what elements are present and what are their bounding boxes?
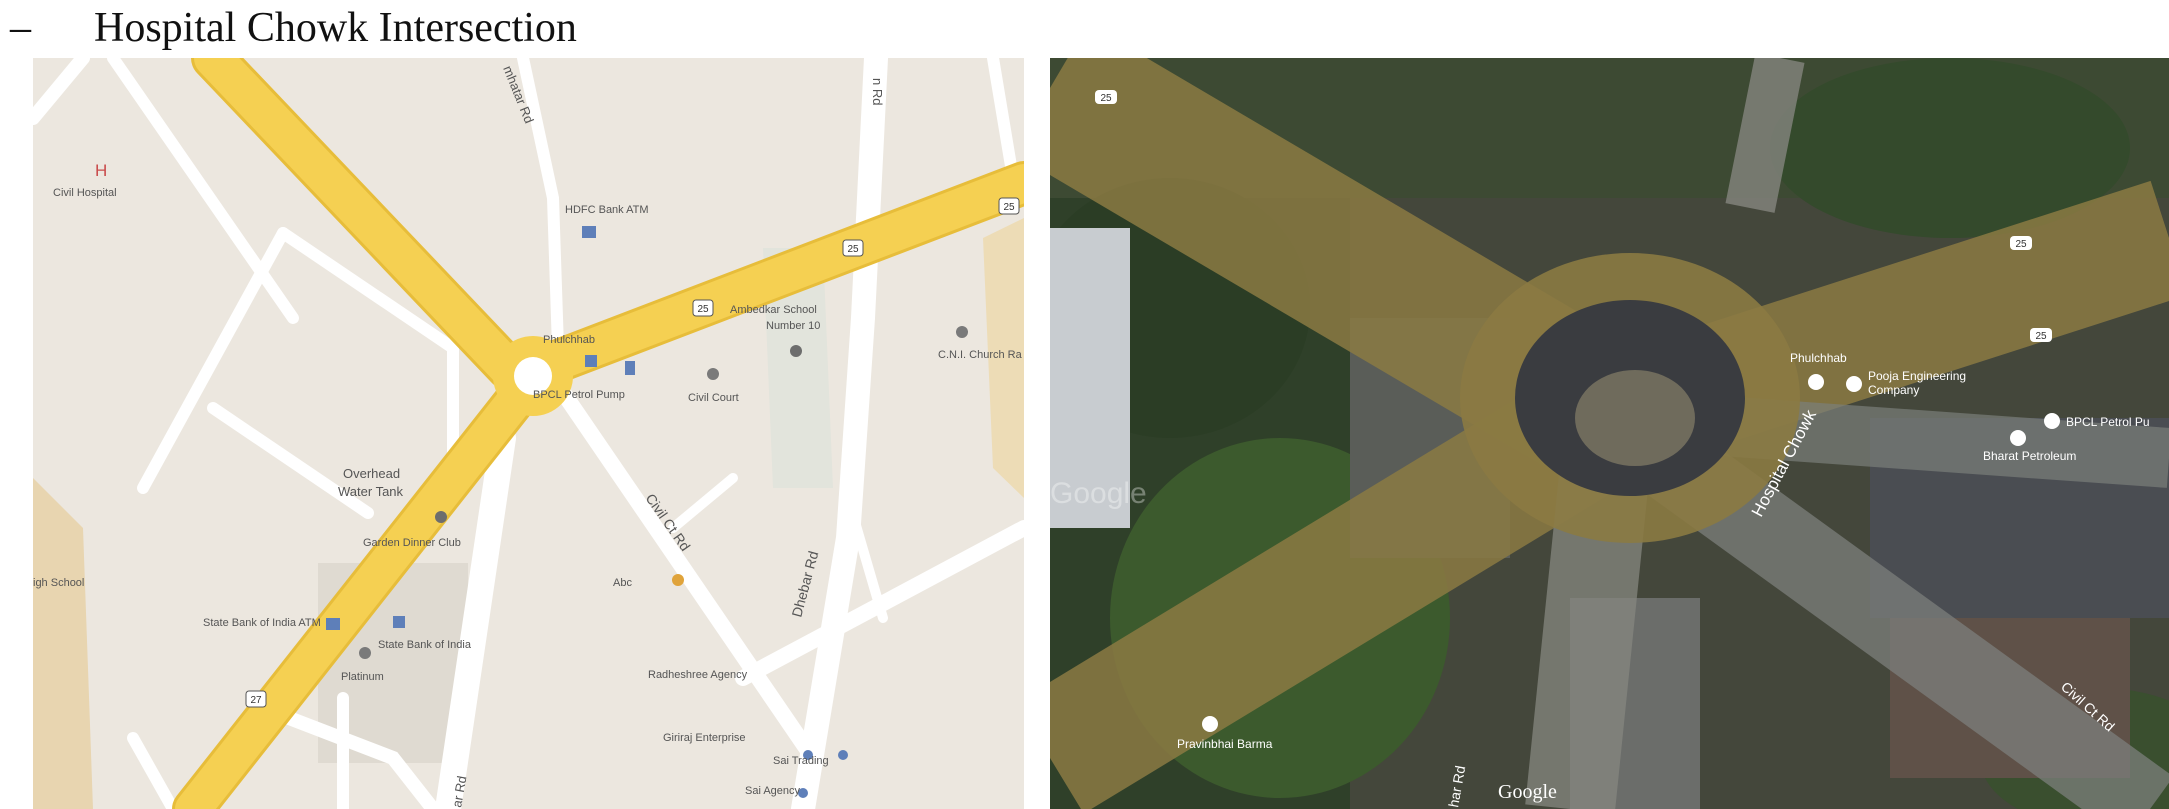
label-high-school: igh School <box>33 577 84 589</box>
label-sai-trading: Sai Trading <box>773 755 829 767</box>
sat-label-bpcl: BPCL Petrol Pu <box>2066 415 2150 429</box>
court-icon <box>707 368 719 380</box>
label-sbi: State Bank of India <box>378 639 472 651</box>
label-abc: Abc <box>613 577 632 589</box>
label-platinum: Platinum <box>341 671 384 683</box>
label-radheshree: Radheshree Agency <box>648 669 748 681</box>
label-hdfc-atm: HDFC Bank ATM <box>565 204 649 216</box>
sat-label-pravinbhai: Pravinbhai Barma <box>1177 737 1273 751</box>
label-ambedkar-2: Number 10 <box>766 320 820 332</box>
route-shield-25-c: 25 <box>692 299 714 317</box>
fuel-icon <box>625 361 635 375</box>
label-overhead-1: Overhead <box>343 466 400 481</box>
label-phulchhab: Phulchhab <box>543 334 595 346</box>
label-giriraj: Giriraj Enterprise <box>663 732 746 744</box>
sat-monument <box>1575 370 1695 466</box>
sat-label-pooja-2: Company <box>1868 383 1919 397</box>
svg-text:25: 25 <box>2035 331 2047 342</box>
road-map[interactable]: 25 25 25 27 H Civil Hospital HDFC Bank A… <box>33 58 1024 809</box>
restaurant-icon <box>672 574 684 586</box>
route-shield-25-b: 25 <box>842 239 864 257</box>
hospital-icon: H <box>95 161 107 180</box>
label-sbi-atm: State Bank of India ATM <box>203 617 321 629</box>
label-civil-hospital: Civil Hospital <box>53 187 117 199</box>
slide-caption: – Hospital Chowk Intersection <box>0 0 900 56</box>
shop-icon-3 <box>838 750 848 760</box>
label-ambedkar-1: Ambedkar School <box>730 304 817 316</box>
svg-text:25: 25 <box>847 244 859 255</box>
google-watermark: Google <box>1050 477 1147 510</box>
svg-text:25: 25 <box>1003 202 1015 213</box>
svg-text:25: 25 <box>697 304 709 315</box>
place-icon <box>1202 716 1218 732</box>
satellite-panel[interactable]: 25 25 25 Phulchhab Pooja Engineering Com… <box>1050 58 2169 809</box>
platinum-icon <box>359 647 371 659</box>
route-shield-25-a: 25 <box>998 197 1020 215</box>
svg-text:27: 27 <box>250 695 262 706</box>
label-civil-court: Civil Court <box>688 392 739 404</box>
fuel-icon <box>2010 430 2026 446</box>
school-icon <box>790 345 802 357</box>
sat-label-bharat: Bharat Petroleum <box>1983 449 2076 463</box>
google-logo: Google <box>1498 781 1557 803</box>
svg-text:25: 25 <box>2015 239 2027 250</box>
route-shield-27: 27 <box>245 690 267 708</box>
road-map-panel[interactable]: 25 25 25 27 H Civil Hospital HDFC Bank A… <box>33 58 1024 809</box>
satellite-map[interactable]: 25 25 25 Phulchhab Pooja Engineering Com… <box>1050 58 2169 809</box>
sat-label-phulchhab: Phulchhab <box>1790 351 1847 365</box>
sbi-atm-icon <box>326 618 340 630</box>
caption-title: Hospital Chowk Intersection <box>94 5 577 51</box>
fuel-icon-2 <box>2044 413 2060 429</box>
label-sai-agency: Sai Agency <box>745 785 801 797</box>
caption-dash: – <box>10 5 31 51</box>
label-cni-church: C.N.I. Church Ra <box>938 349 1023 361</box>
label-garden-dinner: Garden Dinner Club <box>363 537 461 549</box>
bank-icon <box>393 616 405 628</box>
label-road-top2: n Rd <box>870 78 885 105</box>
sat-label-pooja-1: Pooja Engineering <box>1868 369 1966 383</box>
svg-text:25: 25 <box>1100 93 1112 104</box>
label-bpcl-pump: BPCL Petrol Pump <box>533 389 625 401</box>
church-icon <box>956 326 968 338</box>
label-overhead-2: Water Tank <box>338 484 404 499</box>
factory-icon <box>1846 376 1862 392</box>
tank-icon <box>435 511 447 523</box>
news-icon <box>585 355 597 367</box>
news-icon <box>1808 374 1824 390</box>
atm-icon <box>582 226 596 238</box>
